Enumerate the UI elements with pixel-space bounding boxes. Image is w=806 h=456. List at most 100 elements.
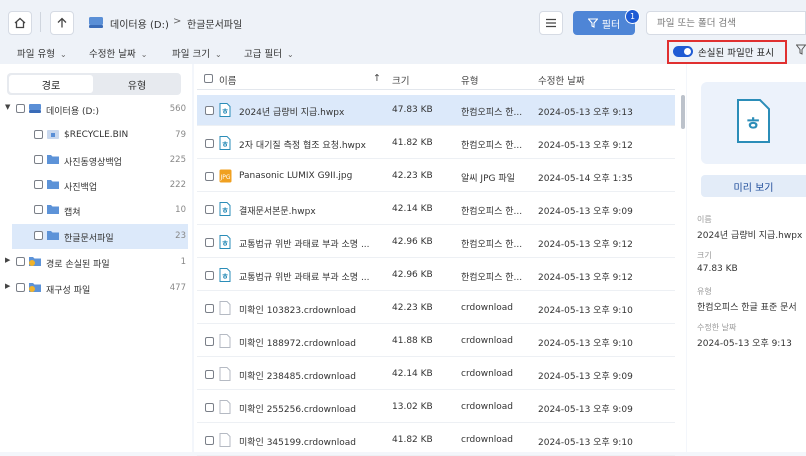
drive-icon [88,15,104,32]
lost-files-toggle-switch[interactable] [673,46,693,57]
file-row[interactable]: 미확인 238485.crdownload 42.14 KB crdownload 2… [197,359,675,390]
file-row[interactable]: 미확인 103823.crdownload 42.23 KB crdownload 2… [197,293,675,324]
breadcrumb-folder[interactable]: 한글문서파일 [187,16,242,31]
file-modified: 2024-05-13 오후 9:12 [538,141,633,151]
scrollbar[interactable] [681,95,685,129]
file-size: 42.96 KB [392,237,433,247]
expand-arrow-icon[interactable]: ▶ [5,256,10,264]
filter-clear-icon[interactable] [795,44,806,59]
search-input[interactable] [646,11,806,35]
column-size[interactable]: 크기 [392,73,409,87]
file-row[interactable]: 미확인 345199.crdownload 41.82 KB crdownload 2… [197,425,675,456]
tree-item-lost-path[interactable]: ▶ 경로 손실된 파일 1 [0,250,192,275]
recycle-bin-icon [46,128,60,143]
info-name-value: 2024년 급량비 지급.hwpx [697,231,803,241]
file-size: 42.96 KB [392,270,433,280]
file-row[interactable]: ㅎ 교통법규 위반 과태료 부과 소명 ... 42.96 KB 한컴오피스 한...… [197,260,675,291]
row-checkbox[interactable] [205,304,214,313]
file-size: 42.14 KB [392,369,433,379]
filter-advanced[interactable]: 고급 필터 ⌄ [244,46,294,60]
filter-count-badge: 1 [625,9,640,24]
hwp-file-icon: ㅎ [737,99,770,143]
tab-type[interactable]: 유형 [95,75,179,93]
expand-arrow-icon[interactable]: ▶ [5,282,10,290]
file-type: 한컴오피스 한... [461,207,523,217]
row-checkbox[interactable] [205,370,214,379]
lost-files-toggle-label[interactable]: 손실된 파일만 표시 [698,45,774,59]
row-checkbox[interactable] [205,172,214,181]
tree-checkbox[interactable] [16,104,25,113]
row-checkbox[interactable] [205,337,214,346]
tree-item-hwp-docs[interactable]: 한글문서파일 23 [12,224,188,249]
header-divider [197,89,675,90]
file-row[interactable]: ㅎ 2024년 급량비 지급.hwpx 47.83 KB 한컴오피스 한... 2024… [197,95,675,126]
filter-file-size[interactable]: 파일 크기 ⌄ [172,46,222,60]
file-row[interactable]: ㅎ 교통법규 위반 과태료 부과 소명 ... 42.96 KB 한컴오피스 한...… [197,227,675,258]
file-row[interactable]: ㅎ 2자 대기질 측정 협조 요청.hwpx 41.82 KB 한컴오피스 한... 2… [197,128,675,159]
file-modified: 2024-05-13 오후 9:09 [538,405,633,415]
generic-file-icon [219,433,231,447]
file-modified: 2024-05-13 오후 9:09 [538,372,633,382]
tree-item-photo-video-backup[interactable]: 사진동영상백업 225 [0,148,192,173]
row-checkbox[interactable] [205,106,214,115]
file-type: 알씨 JPG 파일 [461,174,515,184]
file-name: 교통법규 위반 과태료 부과 소명 ... [239,273,370,283]
home-button[interactable] [8,11,32,35]
preview-button[interactable]: 미리 보기 [701,175,806,197]
tree-checkbox[interactable] [34,205,43,214]
list-view-button[interactable] [539,11,563,35]
breadcrumb-separator: > [173,16,182,27]
tree-checkbox[interactable] [34,155,43,164]
tree-item-photo-backup[interactable]: 사진백업 222 [0,173,192,198]
tree-checkbox[interactable] [16,257,25,266]
file-row[interactable]: 미확인 188972.crdownload 41.88 KB crdownload 2… [197,326,675,357]
file-name: 미확인 238485.crdownload [239,372,356,382]
tree-checkbox[interactable] [16,283,25,292]
file-modified: 2024-05-13 오후 9:09 [538,207,633,217]
column-modified[interactable]: 수정한 날짜 [538,73,585,87]
row-checkbox[interactable] [205,403,214,412]
filter-file-type[interactable]: 파일 유형 ⌄ [17,46,67,60]
up-button[interactable] [50,11,74,35]
tree-label: 경로 손실된 파일 [46,260,110,270]
svg-text:ㅎ: ㅎ [221,272,228,281]
chevron-down-icon: ⌄ [286,50,294,59]
column-type[interactable]: 유형 [461,73,478,87]
file-name: 2024년 급량비 지급.hwpx [239,108,345,118]
lost-folder-icon [28,255,42,270]
select-all-checkbox[interactable] [204,74,213,83]
file-row[interactable]: ㅎ 결재문서본문.hwpx 42.14 KB 한컴오피스 한... 2024-05-13… [197,194,675,225]
file-name: 미확인 103823.crdownload [239,306,356,316]
file-row[interactable]: 미확인 255256.crdownload 13.02 KB crdownload 2… [197,392,675,423]
sort-arrow-icon[interactable]: ↑ [373,73,381,84]
tab-path[interactable]: 경로 [9,75,93,93]
folder-icon [46,153,60,168]
file-size: 47.83 KB [392,105,433,115]
row-checkbox[interactable] [205,436,214,445]
tree-item-reconstructed[interactable]: ▶ 재구성 파일 477 [0,276,192,301]
file-size: 41.88 KB [392,336,433,346]
tree-item-capture[interactable]: 캡쳐 10 [0,198,192,223]
svg-text:ㅎ: ㅎ [221,107,228,116]
tree-count: 477 [169,283,186,293]
tree-checkbox[interactable] [34,180,43,189]
file-row[interactable]: JPG Panasonic LUMIX G9II.jpg 42.23 KB 알씨 JP… [197,161,675,192]
breadcrumb-drive[interactable]: 데이터용 (D:) [110,16,169,31]
tree-item-drive[interactable]: ▼ 데이터용 (D:) 560 [0,97,192,122]
tree-item-recycle-bin[interactable]: $RECYCLE.BIN 79 [0,123,192,148]
collapse-arrow-icon[interactable]: ▼ [5,103,10,111]
row-checkbox[interactable] [205,205,214,214]
arrow-up-icon [57,17,67,28]
row-checkbox[interactable] [205,139,214,148]
tree-checkbox[interactable] [34,130,43,139]
filter-modified-date[interactable]: 수정한 날짜 ⌄ [89,46,147,60]
row-checkbox[interactable] [205,238,214,247]
row-checkbox[interactable] [205,271,214,280]
filter-label: 필터 [601,19,621,31]
file-size: 42.14 KB [392,204,433,214]
generic-file-icon [219,367,231,381]
hwp-file-icon: ㅎ [219,268,231,282]
tree-checkbox[interactable] [34,231,43,240]
column-name[interactable]: 이름 [219,73,236,87]
tree-label: 캡쳐 [64,208,81,218]
